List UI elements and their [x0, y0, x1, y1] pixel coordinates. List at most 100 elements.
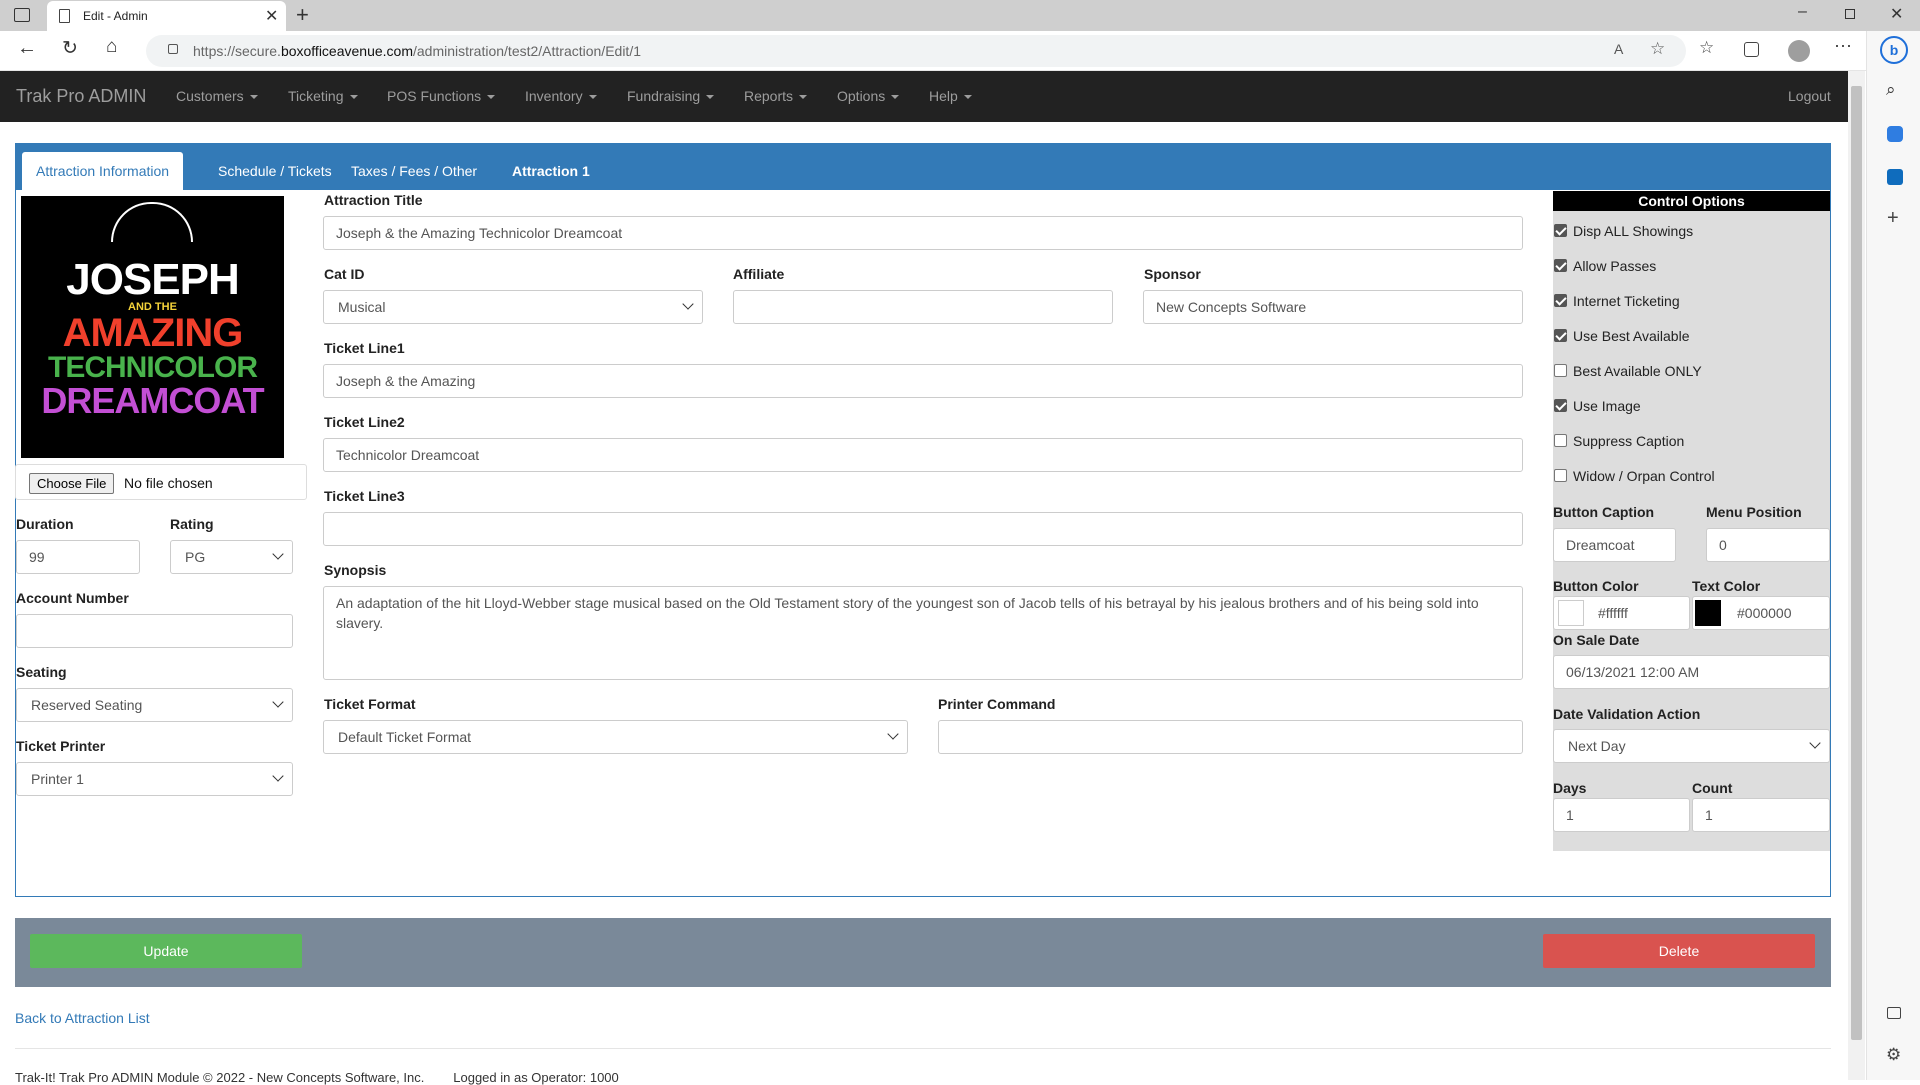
affiliate-label: Affiliate: [733, 266, 785, 282]
ticket-line3-input[interactable]: [323, 512, 1523, 546]
synopsis-textarea[interactable]: An adaptation of the hit Lloyd-Webber st…: [323, 586, 1523, 680]
shopping-icon[interactable]: [1887, 126, 1903, 142]
best-available-only-checkbox[interactable]: [1554, 364, 1567, 377]
nav-inventory[interactable]: Inventory: [525, 71, 597, 122]
nav-pos-functions[interactable]: POS Functions: [387, 71, 496, 122]
favorite-icon[interactable]: ☆: [1650, 39, 1665, 59]
page-icon: [59, 9, 70, 23]
nav-options[interactable]: Options: [837, 71, 900, 122]
browser-tab[interactable]: Edit - Admin ✕: [47, 1, 286, 31]
printer-command-input[interactable]: [938, 720, 1523, 754]
logout-link[interactable]: Logout: [1788, 71, 1831, 122]
tab-attraction-1[interactable]: Attraction 1: [498, 152, 604, 190]
chevron-down-icon: [887, 728, 899, 740]
app-navbar: Trak Pro ADMIN Customers Ticketing POS F…: [0, 71, 1848, 122]
account-number-input[interactable]: [16, 614, 293, 648]
tab-attraction-information[interactable]: Attraction Information: [22, 152, 184, 190]
ticket-format-select[interactable]: Default Ticket Format: [323, 720, 908, 754]
text-color-swatch[interactable]: [1695, 600, 1721, 626]
text-color-label: Text Color: [1692, 578, 1761, 594]
add-icon[interactable]: +: [1887, 207, 1899, 230]
rating-select[interactable]: PG: [170, 540, 293, 574]
footer-text: Trak-It! Trak Pro ADMIN Module © 2022 - …: [15, 1070, 619, 1085]
tab-schedule-tickets[interactable]: Schedule / Tickets: [204, 152, 346, 190]
cat-id-select[interactable]: Musical: [323, 290, 703, 324]
back-icon[interactable]: ←: [17, 37, 37, 60]
seating-select[interactable]: Reserved Seating: [16, 688, 293, 722]
days-input[interactable]: 1: [1553, 798, 1690, 832]
delete-button[interactable]: Delete: [1543, 934, 1815, 968]
duration-label: Duration: [16, 516, 74, 532]
button-caption-input[interactable]: Dreamcoat: [1553, 528, 1676, 562]
tab-taxes-fees-other[interactable]: Taxes / Fees / Other: [337, 152, 491, 190]
brand[interactable]: Trak Pro ADMIN: [16, 71, 146, 122]
duration-input[interactable]: 99: [16, 540, 140, 574]
choose-file-button[interactable]: Choose File: [29, 473, 115, 494]
bing-icon[interactable]: b: [1880, 36, 1908, 64]
url-field[interactable]: https://secure.boxofficeavenue.com/admin…: [146, 35, 1686, 67]
back-to-attraction-list-link[interactable]: Back to Attraction List: [15, 1010, 150, 1026]
restore-icon[interactable]: [1845, 9, 1855, 19]
outlook-icon[interactable]: [1887, 169, 1903, 185]
attraction-title-input[interactable]: Joseph & the Amazing Technicolor Dreamco…: [323, 216, 1523, 250]
suppress-caption-label: Suppress Caption: [1573, 433, 1685, 449]
scrollbar-thumb[interactable]: [1851, 86, 1862, 1040]
sidebar-toggle-icon[interactable]: [1887, 1007, 1901, 1019]
ticket-printer-select[interactable]: Printer 1: [16, 762, 293, 796]
home-icon[interactable]: ⌂: [106, 36, 117, 58]
internet-ticketing-checkbox[interactable]: [1554, 294, 1567, 307]
collections-icon[interactable]: [1744, 42, 1759, 57]
read-aloud-icon[interactable]: A: [1614, 41, 1623, 57]
menu-position-input[interactable]: 0: [1706, 528, 1830, 562]
attraction-image: JOSEPH AND THE AMAZING TECHNICOLOR DREAM…: [21, 196, 284, 458]
ticket-line1-label: Ticket Line1: [324, 340, 405, 356]
on-sale-date-label: On Sale Date: [1553, 632, 1640, 648]
search-icon[interactable]: ⌕: [1886, 80, 1896, 100]
no-file-text: No file chosen: [124, 475, 213, 491]
nav-customers[interactable]: Customers: [176, 71, 258, 122]
widow-orpan-control-checkbox[interactable]: [1554, 469, 1567, 482]
tab-actions-icon[interactable]: [14, 8, 30, 22]
sponsor-input[interactable]: New Concepts Software: [1143, 290, 1523, 324]
nav-help[interactable]: Help: [929, 71, 972, 122]
tab-close-icon[interactable]: ✕: [265, 6, 278, 26]
tab-strip: Attraction Information Schedule / Ticket…: [15, 143, 1831, 190]
suppress-caption-checkbox[interactable]: [1554, 434, 1567, 447]
favorites-icon[interactable]: ☆: [1699, 38, 1714, 58]
disp-all-showings-label: Disp ALL Showings: [1573, 223, 1694, 239]
action-bar: Update Delete: [15, 918, 1831, 987]
nav-reports[interactable]: Reports: [744, 71, 808, 122]
on-sale-date-input[interactable]: 06/13/2021 12:00 AM: [1553, 655, 1830, 689]
use-best-available-checkbox[interactable]: [1554, 329, 1567, 342]
date-validation-action-select[interactable]: Next Day: [1553, 729, 1830, 763]
rating-label: Rating: [170, 516, 214, 532]
nav-fundraising[interactable]: Fundraising: [627, 71, 715, 122]
ticket-line2-input[interactable]: Technicolor Dreamcoat: [323, 438, 1523, 472]
ticket-line2-label: Ticket Line2: [324, 414, 405, 430]
minimize-icon[interactable]: –: [1798, 3, 1807, 21]
count-label: Count: [1692, 780, 1733, 796]
lock-icon: [168, 44, 178, 54]
refresh-icon[interactable]: ↻: [62, 37, 78, 60]
profile-icon[interactable]: [1788, 40, 1810, 62]
best-available-only-label: Best Available ONLY: [1573, 363, 1702, 379]
ticket-line1-input[interactable]: Joseph & the Amazing: [323, 364, 1523, 398]
disp-all-showings-checkbox[interactable]: [1554, 224, 1567, 237]
new-tab-icon[interactable]: +: [296, 2, 309, 28]
date-validation-action-label: Date Validation Action: [1553, 706, 1701, 722]
use-image-label: Use Image: [1573, 398, 1641, 414]
button-color-swatch[interactable]: [1558, 600, 1584, 626]
update-button[interactable]: Update: [30, 934, 302, 968]
count-input[interactable]: 1: [1692, 798, 1830, 832]
affiliate-input[interactable]: [733, 290, 1113, 324]
use-image-checkbox[interactable]: [1554, 399, 1567, 412]
hanger-icon: [111, 202, 193, 242]
url-text: https://secure.boxofficeavenue.com/admin…: [193, 43, 641, 59]
settings-icon[interactable]: ⚙: [1886, 1045, 1901, 1065]
window-close-icon[interactable]: ✕: [1890, 4, 1903, 24]
file-picker: Choose File No file chosen: [15, 464, 307, 500]
chevron-down-icon: [682, 298, 694, 310]
allow-passes-checkbox[interactable]: [1554, 259, 1567, 272]
nav-ticketing[interactable]: Ticketing: [288, 71, 358, 122]
more-icon[interactable]: ···: [1834, 35, 1852, 56]
